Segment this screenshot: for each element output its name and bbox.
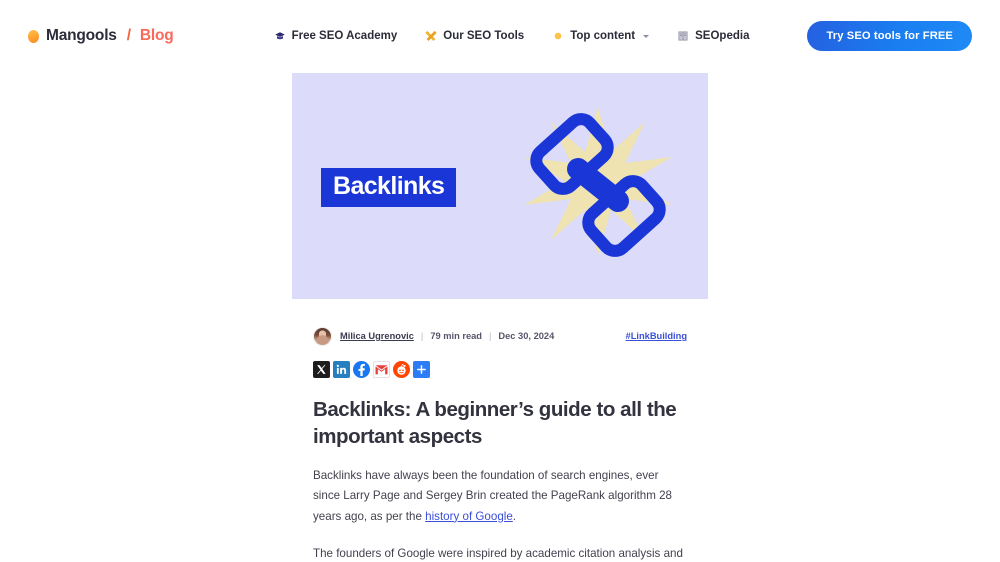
meta-separator-2: | xyxy=(489,331,492,341)
chevron-down-icon[interactable] xyxy=(643,34,650,38)
meta-separator-1: | xyxy=(420,331,424,341)
brand-logo[interactable]: Mangools / Blog xyxy=(28,27,174,45)
tag-link-linkbuilding[interactable]: #LinkBuilding xyxy=(626,331,687,341)
graduation-cap-icon xyxy=(274,30,286,42)
nav-label-seopedia: SEOpedia xyxy=(695,30,750,42)
article-paragraph-1: Backlinks have always been the foundatio… xyxy=(313,466,687,528)
linkedin-icon xyxy=(336,364,347,375)
nav-label-our-seo-tools: Our SEO Tools xyxy=(443,30,525,42)
history-of-google-link[interactable]: history of Google xyxy=(425,510,513,523)
crossed-tools-icon xyxy=(425,30,437,42)
brand-separator: / xyxy=(126,27,131,44)
gmail-icon xyxy=(375,364,388,375)
plus-icon xyxy=(416,364,427,375)
article-container: Backlinks Milica Ugrenovic | 79 min read… xyxy=(0,72,1000,562)
nav-item-our-seo-tools[interactable]: Our SEO Tools xyxy=(425,30,524,42)
read-time: 79 min read xyxy=(430,331,482,341)
hero-badge-text: Backlinks xyxy=(333,172,445,200)
brand-section: Blog xyxy=(139,27,174,44)
share-linkedin-button[interactable] xyxy=(333,361,350,378)
brand-name: Mangools xyxy=(46,27,117,44)
publish-date: Dec 30, 2024 xyxy=(498,331,555,341)
hero-image: Backlinks xyxy=(292,73,708,299)
article-body: Milica Ugrenovic | 79 min read | Dec 30,… xyxy=(313,299,687,562)
author-name-link[interactable]: Milica Ugrenovic xyxy=(340,331,414,341)
share-reddit-button[interactable] xyxy=(393,361,410,378)
book-icon xyxy=(677,30,689,42)
x-icon xyxy=(316,364,327,375)
nav-item-seopedia[interactable]: SEOpedia xyxy=(677,30,749,42)
nav-label-top-content: Top content xyxy=(570,30,636,42)
mangools-dot-icon xyxy=(28,29,39,43)
share-facebook-button[interactable] xyxy=(353,361,370,378)
share-gmail-button[interactable] xyxy=(373,361,390,378)
reddit-icon xyxy=(395,363,408,376)
share-buttons xyxy=(313,361,687,378)
main-navigation: Free SEO Academy Our SEO Tools Top conte… xyxy=(274,21,972,51)
try-seo-tools-button[interactable]: Try SEO tools for FREE xyxy=(807,21,972,51)
nav-item-top-content[interactable]: Top content xyxy=(552,30,650,42)
facebook-icon xyxy=(355,363,368,376)
yellow-dot-icon xyxy=(552,30,564,42)
nav-label-free-seo-academy: Free SEO Academy xyxy=(291,30,398,42)
paragraph-1-text-after: . xyxy=(512,509,517,523)
nav-item-free-seo-academy[interactable]: Free SEO Academy xyxy=(274,30,398,42)
author-avatar xyxy=(313,326,332,346)
hero-badge: Backlinks xyxy=(321,168,457,207)
page-title: Backlinks: A beginner’s guide to all the… xyxy=(313,398,677,449)
chain-link-burst-icon xyxy=(510,97,686,273)
article-paragraph-2: The founders of Google were inspired by … xyxy=(313,547,683,561)
article-meta: Milica Ugrenovic | 79 min read | Dec 30,… xyxy=(313,326,687,346)
site-header: Mangools / Blog Free SEO Academy Our SEO… xyxy=(0,0,1000,72)
share-x-button[interactable] xyxy=(313,361,330,378)
share-more-button[interactable] xyxy=(413,361,430,378)
